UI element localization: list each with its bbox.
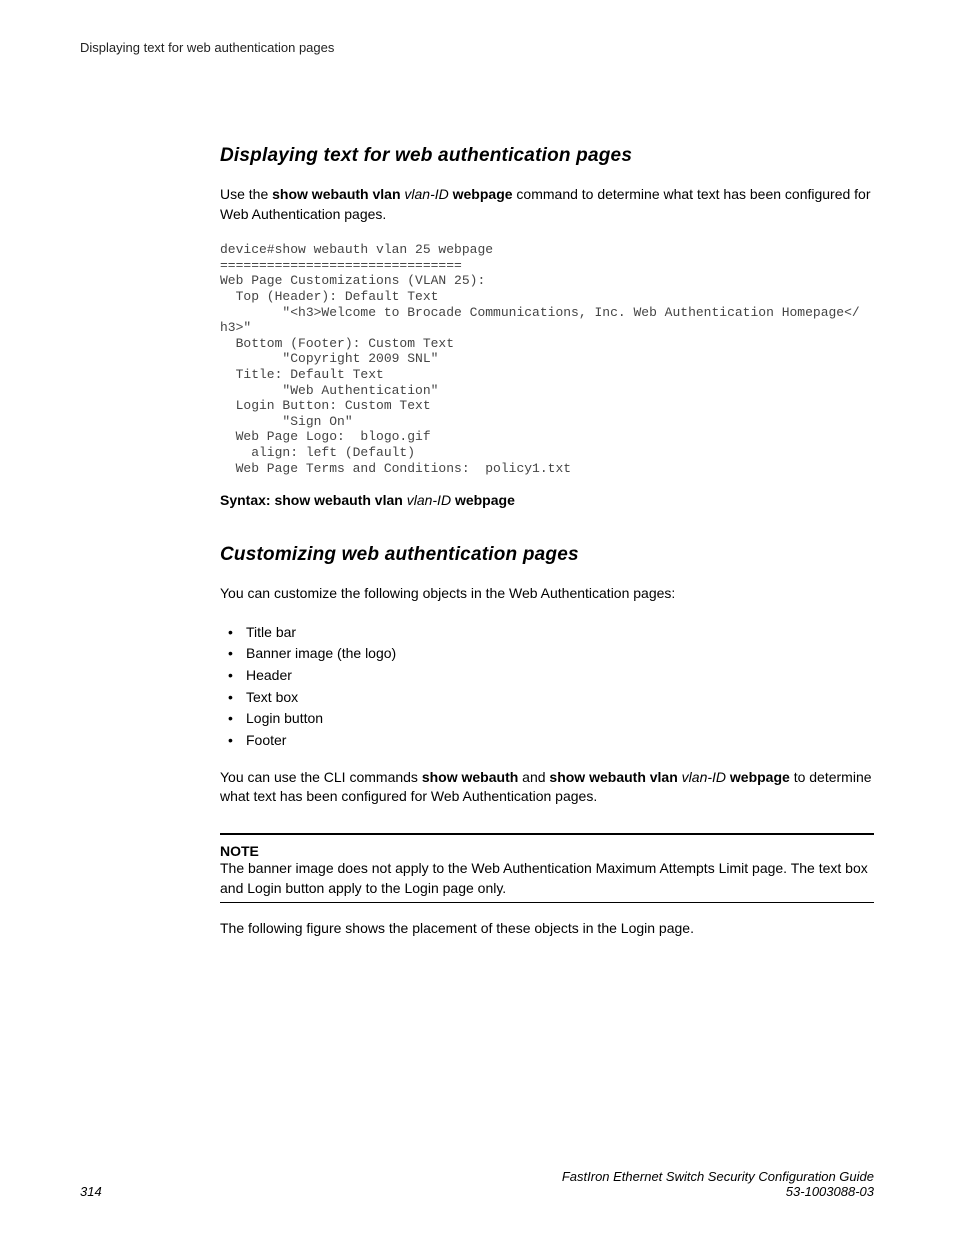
section2-para3: The following figure shows the placement… bbox=[220, 919, 874, 939]
syntax-label: Syntax: show webauth vlan bbox=[220, 492, 407, 508]
note-body: The banner image does not apply to the W… bbox=[220, 859, 874, 898]
note-rule-top bbox=[220, 833, 874, 835]
guide-title: FastIron Ethernet Switch Security Config… bbox=[562, 1169, 874, 1184]
bullet-text: Banner image (the logo) bbox=[246, 643, 396, 665]
bullet-text: Login button bbox=[246, 708, 323, 730]
cmd-bold: show webauth vlan bbox=[272, 186, 404, 202]
text: You can use the CLI commands bbox=[220, 769, 422, 785]
bullet-icon: • bbox=[228, 643, 246, 665]
cmd-italic: vlan-ID bbox=[682, 769, 730, 785]
list-item: •Text box bbox=[228, 687, 874, 709]
bullet-text: Header bbox=[246, 665, 292, 687]
bullet-icon: • bbox=[228, 665, 246, 687]
bullet-list: •Title bar •Banner image (the logo) •Hea… bbox=[220, 622, 874, 752]
bullet-text: Text box bbox=[246, 687, 298, 709]
syntax-line: Syntax: show webauth vlan vlan-ID webpag… bbox=[220, 492, 874, 508]
bullet-icon: • bbox=[228, 730, 246, 752]
section2-para2: You can use the CLI commands show webaut… bbox=[220, 768, 874, 807]
doc-number: 53-1003088-03 bbox=[562, 1184, 874, 1199]
page-number: 314 bbox=[80, 1184, 102, 1199]
section1-intro: Use the show webauth vlan vlan-ID webpag… bbox=[220, 185, 874, 224]
cmd-bold: webpage bbox=[730, 769, 790, 785]
cmd-bold: show webauth vlan bbox=[549, 769, 681, 785]
list-item: •Login button bbox=[228, 708, 874, 730]
bullet-icon: • bbox=[228, 687, 246, 709]
section2-intro: You can customize the following objects … bbox=[220, 584, 874, 604]
bullet-icon: • bbox=[228, 708, 246, 730]
page-footer: 314 FastIron Ethernet Switch Security Co… bbox=[80, 1169, 874, 1199]
cmd-bold: show webauth bbox=[422, 769, 518, 785]
text: Use the bbox=[220, 186, 272, 202]
syntax-italic: vlan-ID bbox=[407, 492, 451, 508]
list-item: •Footer bbox=[228, 730, 874, 752]
note-label: NOTE bbox=[220, 843, 874, 859]
page: Displaying text for web authentication p… bbox=[0, 0, 954, 1235]
bullet-icon: • bbox=[228, 622, 246, 644]
syntax-post: webpage bbox=[451, 492, 515, 508]
main-content: Displaying text for web authentication p… bbox=[220, 145, 874, 939]
list-item: •Header bbox=[228, 665, 874, 687]
bullet-text: Footer bbox=[246, 730, 286, 752]
list-item: •Banner image (the logo) bbox=[228, 643, 874, 665]
section2-title: Customizing web authentication pages bbox=[220, 544, 874, 566]
section1-title: Displaying text for web authentication p… bbox=[220, 145, 874, 167]
footer-right: FastIron Ethernet Switch Security Config… bbox=[562, 1169, 874, 1199]
cmd-bold: webpage bbox=[453, 186, 513, 202]
bullet-text: Title bar bbox=[246, 622, 296, 644]
text: and bbox=[518, 769, 549, 785]
page-header: Displaying text for web authentication p… bbox=[80, 40, 874, 55]
note-rule-bottom bbox=[220, 902, 874, 903]
code-block: device#show webauth vlan 25 webpage ====… bbox=[220, 242, 874, 476]
list-item: •Title bar bbox=[228, 622, 874, 644]
cmd-italic: vlan-ID bbox=[404, 186, 452, 202]
